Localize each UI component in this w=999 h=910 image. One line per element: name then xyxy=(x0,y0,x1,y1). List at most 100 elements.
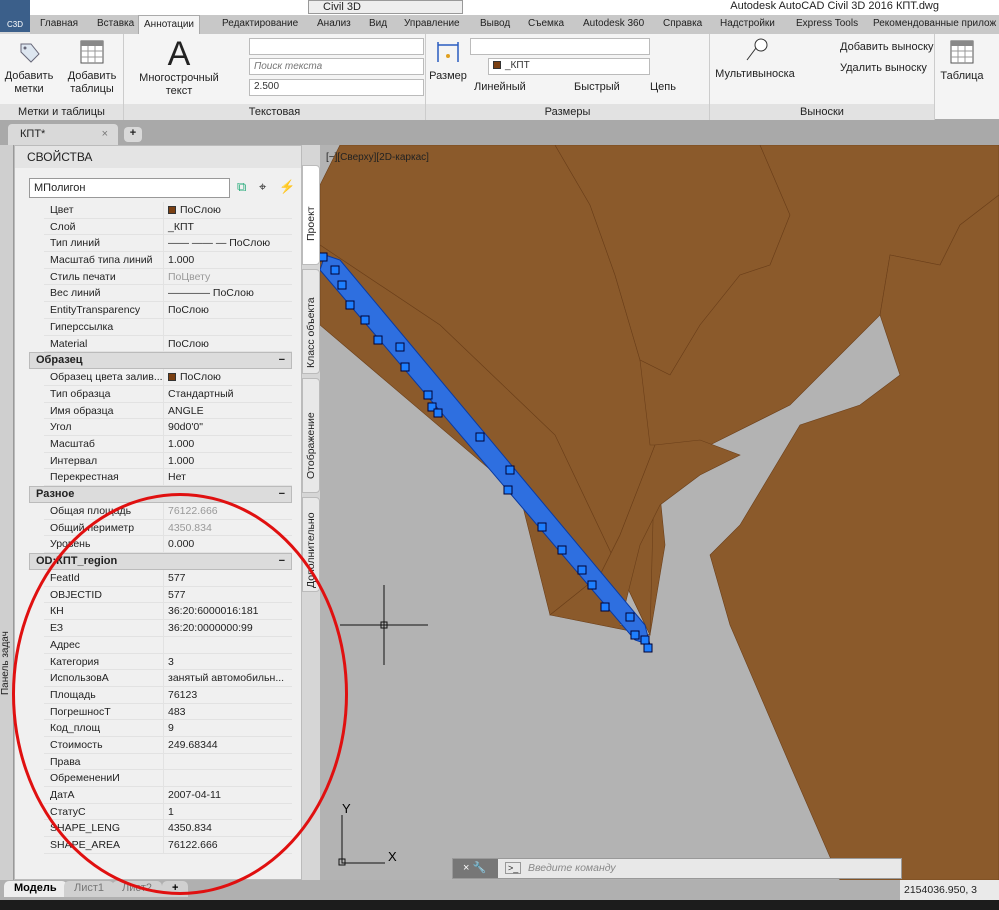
ribbon-tab[interactable]: Справка xyxy=(663,15,702,34)
property-row[interactable]: Имя образца ANGLE xyxy=(44,402,292,420)
ribbon-tab[interactable]: Надстройки xyxy=(720,15,775,34)
property-row[interactable]: Стоимость 249.68344 xyxy=(44,736,292,754)
coordinates-readout[interactable]: 2154036.950, 3 xyxy=(900,880,999,900)
add-tables-button[interactable]: Добавить таблицы xyxy=(64,38,120,96)
ribbon-tab[interactable]: Главная xyxy=(40,15,78,34)
text-height-dropdown[interactable]: 2.500 xyxy=(249,79,424,96)
property-row[interactable]: Гиперссылка xyxy=(44,318,292,336)
property-row[interactable]: Угол 90d0'0" xyxy=(44,419,292,436)
property-value[interactable]: ———— ПоСлою xyxy=(164,285,292,301)
property-row[interactable]: Общий периметр 4350.834 xyxy=(44,519,292,537)
property-value[interactable]: ПоСлою xyxy=(164,336,292,352)
add-layout-button[interactable]: + xyxy=(162,881,189,897)
layout-tab-sheet1[interactable]: Лист1 xyxy=(64,881,115,897)
side-tab-object-class[interactable]: Класс объекта xyxy=(302,269,320,374)
property-row[interactable]: КН 36:20:6000016:181 xyxy=(44,603,292,621)
grip-handle[interactable] xyxy=(557,545,567,555)
doc-tab-kpt[interactable]: КПТ* × xyxy=(8,124,118,145)
command-input[interactable]: Введите команду xyxy=(528,862,616,874)
side-tab-display[interactable]: Отображение xyxy=(302,378,320,493)
add-labels-button[interactable]: Добавить метки xyxy=(4,38,54,96)
property-row[interactable]: Слой _КПТ xyxy=(44,218,292,236)
layout-tab-sheet2[interactable]: Лист2 xyxy=(112,881,163,897)
property-value[interactable]: —— —— — ПоСлою xyxy=(164,235,292,251)
table-button[interactable]: Таблица xyxy=(940,38,984,83)
grip-handle[interactable] xyxy=(643,643,653,653)
property-row[interactable]: Площадь 76123 xyxy=(44,686,292,704)
property-value[interactable]: занятый автомобильн... xyxy=(164,670,292,686)
multileader-button[interactable]: Мультивыноска xyxy=(714,36,796,81)
pickadd-icon[interactable]: ⚡ xyxy=(279,179,295,195)
property-row[interactable]: Права xyxy=(44,753,292,771)
property-row[interactable]: Код_площ 9 xyxy=(44,720,292,737)
property-value[interactable]: 0.000 xyxy=(164,536,292,552)
property-row[interactable]: Интервал 1.000 xyxy=(44,452,292,470)
grip-handle[interactable] xyxy=(345,300,355,310)
section-header[interactable]: OD:КПТ_region − xyxy=(29,553,292,571)
grip-handle[interactable] xyxy=(400,362,410,372)
property-value[interactable]: 2007-04-11 xyxy=(164,787,292,803)
property-row[interactable]: ДатА 2007-04-11 xyxy=(44,787,292,804)
property-value[interactable]: Стандартный xyxy=(164,386,292,402)
layout-tab-model[interactable]: Модель xyxy=(4,881,67,897)
property-value[interactable] xyxy=(164,754,292,770)
ribbon-tab[interactable]: Рекомендованные прилож xyxy=(873,15,996,34)
property-value[interactable]: 3 xyxy=(164,654,292,670)
grip-handle[interactable] xyxy=(395,342,405,352)
ribbon-tab[interactable]: Управление xyxy=(404,15,460,34)
grip-handle[interactable] xyxy=(373,335,383,345)
viewport-controls[interactable]: [−][Сверху][2D-каркас] xyxy=(326,152,429,163)
add-leader-button[interactable]: Добавить выноску xyxy=(840,41,934,53)
property-value[interactable] xyxy=(164,637,292,653)
property-row[interactable]: Уровень 0.000 xyxy=(44,536,292,554)
property-value[interactable]: ПоСлою xyxy=(164,369,292,385)
property-row[interactable]: SHAPE_AREA 76122.666 xyxy=(44,837,292,854)
property-row[interactable]: Вес линий ———— ПоСлою xyxy=(44,285,292,303)
property-row[interactable]: OBJECTID 577 xyxy=(44,586,292,604)
property-row[interactable]: ПогрешносТ 483 xyxy=(44,703,292,721)
quick-select-icon[interactable]: ⧉ xyxy=(237,179,246,195)
property-row[interactable]: Масштаб типа линий 1.000 xyxy=(44,252,292,269)
property-value[interactable]: ПоСлою xyxy=(164,302,292,318)
grip-handle[interactable] xyxy=(320,252,328,262)
grip-handle[interactable] xyxy=(587,580,597,590)
wrench-icon[interactable]: 🔧 xyxy=(473,862,487,874)
collapse-icon[interactable]: − xyxy=(279,554,285,569)
property-row[interactable]: Перекрестная Нет xyxy=(44,469,292,486)
property-value[interactable]: 9 xyxy=(164,720,292,736)
linear-dim-button[interactable]: Линейный xyxy=(474,81,526,93)
dim-style-dropdown[interactable] xyxy=(470,38,650,55)
grip-handle[interactable] xyxy=(640,635,650,645)
property-value[interactable]: 76122.666 xyxy=(164,837,292,853)
grip-handle[interactable] xyxy=(360,315,370,325)
property-value[interactable] xyxy=(164,319,292,335)
property-value[interactable]: 4350.834 xyxy=(164,520,292,536)
property-row[interactable]: Тип линий —— —— — ПоСлою xyxy=(44,235,292,253)
collapse-icon[interactable]: − xyxy=(279,487,285,502)
property-row[interactable]: ОбременениИ xyxy=(44,770,292,787)
application-button[interactable]: C3D xyxy=(0,0,30,32)
select-objects-icon[interactable]: ⌖ xyxy=(259,179,266,195)
close-icon[interactable]: × xyxy=(102,128,108,140)
remove-leader-button[interactable]: Удалить выноску xyxy=(840,62,927,74)
text-search-input[interactable] xyxy=(249,58,424,75)
panel-title[interactable]: Метки и таблицы xyxy=(0,104,123,120)
property-value[interactable] xyxy=(164,770,292,786)
text-style-dropdown[interactable] xyxy=(249,38,424,55)
grip-handle[interactable] xyxy=(537,522,547,532)
property-row[interactable]: Масштаб 1.000 xyxy=(44,435,292,453)
section-header[interactable]: Образец − xyxy=(29,352,292,370)
property-row[interactable]: ЕЗ 36:20:0000000:99 xyxy=(44,620,292,637)
property-row[interactable]: Общая площадь 76122.666 xyxy=(44,503,292,520)
quick-dim-button[interactable]: Быстрый xyxy=(574,81,620,93)
dimension-button[interactable]: Размер xyxy=(428,38,468,83)
collapse-icon[interactable]: − xyxy=(279,353,285,368)
property-row[interactable]: ИспользовА занятый автомобильн... xyxy=(44,670,292,687)
property-value[interactable]: _КПТ xyxy=(164,219,292,235)
property-value[interactable]: 1.000 xyxy=(164,453,292,469)
property-row[interactable]: Цвет ПоСлою xyxy=(44,202,292,219)
object-type-dropdown[interactable]: МПолигон xyxy=(29,178,230,198)
grip-handle[interactable] xyxy=(630,630,640,640)
property-row[interactable]: FeatId 577 xyxy=(44,570,292,587)
ribbon-tab[interactable]: Съемка xyxy=(528,15,564,34)
